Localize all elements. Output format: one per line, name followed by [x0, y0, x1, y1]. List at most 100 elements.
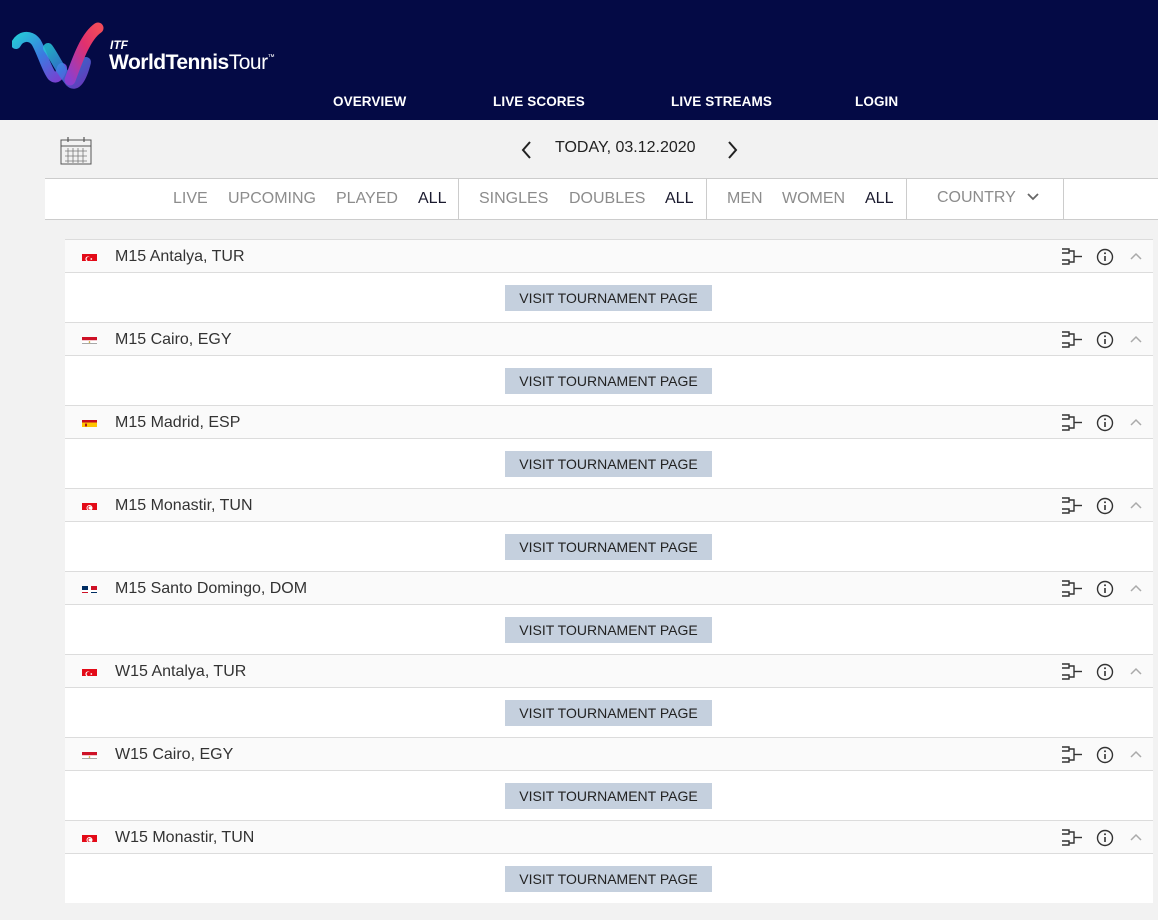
visit-tournament-page-button[interactable]: VISIT TOURNAMENT PAGE: [505, 451, 712, 477]
filter-gender-all[interactable]: ALL: [865, 190, 893, 208]
w-logo-icon: [12, 22, 104, 89]
tournament-body: VISIT TOURNAMENT PAGE: [65, 356, 1153, 405]
draw-bracket-icon[interactable]: [1061, 413, 1083, 433]
tournament-body: VISIT TOURNAMENT PAGE: [65, 771, 1153, 820]
country-dropdown[interactable]: COUNTRY: [937, 189, 1040, 207]
site-header: ITF WorldTennisTour™ OVERVIEW LIVE SCORE…: [0, 0, 1158, 120]
tournament-card: M15 Antalya, TUR VISIT TOURNAMENT PAGE: [65, 239, 1153, 322]
next-day-chevron-icon[interactable]: [724, 139, 740, 161]
brand-name: WorldTennisTour™: [109, 51, 275, 75]
filter-upcoming[interactable]: UPCOMING: [228, 190, 316, 208]
tournament-name: M15 Antalya, TUR: [115, 248, 245, 265]
tournament-card: M15 Monastir, TUN VISIT TOURNAMENT PAGE: [65, 488, 1153, 571]
tournament-body: VISIT TOURNAMENT PAGE: [65, 605, 1153, 654]
visit-tournament-page-button[interactable]: VISIT TOURNAMENT PAGE: [505, 783, 712, 809]
chevron-up-icon[interactable]: [1129, 416, 1143, 428]
country-flag-icon: [82, 832, 97, 842]
visit-tournament-page-button[interactable]: VISIT TOURNAMENT PAGE: [505, 534, 712, 560]
chevron-up-icon[interactable]: [1129, 831, 1143, 843]
visit-tournament-page-button[interactable]: VISIT TOURNAMENT PAGE: [505, 285, 712, 311]
info-icon[interactable]: [1096, 248, 1114, 266]
itf-world-tennis-tour-logo[interactable]: ITF WorldTennisTour™: [12, 18, 282, 94]
country-flag-icon: [82, 583, 97, 593]
filter-bar: LIVE UPCOMING PLAYED ALL SINGLES DOUBLES…: [45, 178, 1158, 220]
filter-divider: [906, 179, 907, 219]
chevron-up-icon[interactable]: [1129, 748, 1143, 760]
chevron-up-icon[interactable]: [1129, 582, 1143, 594]
filter-doubles[interactable]: DOUBLES: [569, 190, 645, 208]
chevron-up-icon[interactable]: [1129, 250, 1143, 262]
tournament-name: M15 Madrid, ESP: [115, 414, 241, 431]
nav-live-scores[interactable]: LIVE SCORES: [493, 94, 585, 109]
info-icon[interactable]: [1096, 414, 1114, 432]
tournament-header[interactable]: W15 Cairo, EGY: [65, 737, 1153, 771]
main-nav: OVERVIEW LIVE SCORES LIVE STREAMS LOGIN: [0, 94, 1158, 112]
draw-bracket-icon[interactable]: [1061, 662, 1083, 682]
tournament-name: W15 Cairo, EGY: [115, 746, 234, 763]
nav-login[interactable]: LOGIN: [855, 94, 898, 109]
info-icon[interactable]: [1096, 331, 1114, 349]
tournament-name: M15 Cairo, EGY: [115, 331, 232, 348]
trademark: ™: [267, 54, 275, 61]
tournament-body: VISIT TOURNAMENT PAGE: [65, 273, 1153, 322]
tournament-header[interactable]: M15 Antalya, TUR: [65, 239, 1153, 273]
draw-bracket-icon[interactable]: [1061, 745, 1083, 765]
country-flag-icon: [82, 500, 97, 510]
visit-tournament-page-button[interactable]: VISIT TOURNAMENT PAGE: [505, 866, 712, 892]
nav-live-streams[interactable]: LIVE STREAMS: [671, 94, 772, 109]
calendar-icon[interactable]: [60, 137, 92, 165]
tournament-header[interactable]: W15 Antalya, TUR: [65, 654, 1153, 688]
chevron-up-icon[interactable]: [1129, 333, 1143, 345]
tournament-body: VISIT TOURNAMENT PAGE: [65, 854, 1153, 903]
filter-men[interactable]: MEN: [727, 190, 763, 208]
draw-bracket-icon[interactable]: [1061, 828, 1083, 848]
filter-divider: [706, 179, 707, 219]
current-date: TODAY, 03.12.2020: [555, 139, 696, 156]
brand-name-light: Tour: [228, 51, 268, 74]
filter-divider: [458, 179, 459, 219]
country-flag-icon: [82, 417, 97, 427]
tournament-name: W15 Monastir, TUN: [115, 829, 255, 846]
tournament-list: M15 Antalya, TUR VISIT TOURNAMENT PAGE M…: [65, 239, 1153, 903]
tournament-header[interactable]: W15 Monastir, TUN: [65, 820, 1153, 854]
itf-mark: ITF: [110, 38, 128, 52]
country-flag-icon: [82, 251, 97, 261]
info-icon[interactable]: [1096, 746, 1114, 764]
draw-bracket-icon[interactable]: [1061, 330, 1083, 350]
filter-singles[interactable]: SINGLES: [479, 190, 548, 208]
draw-bracket-icon[interactable]: [1061, 579, 1083, 599]
visit-tournament-page-button[interactable]: VISIT TOURNAMENT PAGE: [505, 700, 712, 726]
tournament-card: M15 Santo Domingo, DOM VISIT TOURNAMENT …: [65, 571, 1153, 654]
tournament-card: W15 Antalya, TUR VISIT TOURNAMENT PAGE: [65, 654, 1153, 737]
info-icon[interactable]: [1096, 580, 1114, 598]
previous-day-chevron-icon[interactable]: [519, 139, 535, 161]
tournament-name: M15 Monastir, TUN: [115, 497, 253, 514]
tournament-header[interactable]: M15 Santo Domingo, DOM: [65, 571, 1153, 605]
tournament-body: VISIT TOURNAMENT PAGE: [65, 439, 1153, 488]
country-flag-icon: [82, 749, 97, 759]
filter-live[interactable]: LIVE: [173, 190, 208, 208]
filter-divider: [1063, 179, 1064, 219]
chevron-up-icon[interactable]: [1129, 665, 1143, 677]
filter-women[interactable]: WOMEN: [782, 190, 845, 208]
nav-overview[interactable]: OVERVIEW: [333, 94, 406, 109]
tournament-header[interactable]: M15 Cairo, EGY: [65, 322, 1153, 356]
draw-bracket-icon[interactable]: [1061, 496, 1083, 516]
tournament-body: VISIT TOURNAMENT PAGE: [65, 522, 1153, 571]
tournament-header[interactable]: M15 Monastir, TUN: [65, 488, 1153, 522]
chevron-down-icon: [1027, 193, 1039, 201]
info-icon[interactable]: [1096, 829, 1114, 847]
brand-name-bold: WorldTennis: [109, 51, 229, 74]
info-icon[interactable]: [1096, 497, 1114, 515]
filter-type-all[interactable]: ALL: [665, 190, 693, 208]
country-flag-icon: [82, 334, 97, 344]
tournament-header[interactable]: M15 Madrid, ESP: [65, 405, 1153, 439]
visit-tournament-page-button[interactable]: VISIT TOURNAMENT PAGE: [505, 617, 712, 643]
visit-tournament-page-button[interactable]: VISIT TOURNAMENT PAGE: [505, 368, 712, 394]
filter-status-all[interactable]: ALL: [418, 190, 446, 208]
tournament-card: W15 Monastir, TUN VISIT TOURNAMENT PAGE: [65, 820, 1153, 903]
info-icon[interactable]: [1096, 663, 1114, 681]
draw-bracket-icon[interactable]: [1061, 247, 1083, 267]
chevron-up-icon[interactable]: [1129, 499, 1143, 511]
filter-played[interactable]: PLAYED: [336, 190, 398, 208]
